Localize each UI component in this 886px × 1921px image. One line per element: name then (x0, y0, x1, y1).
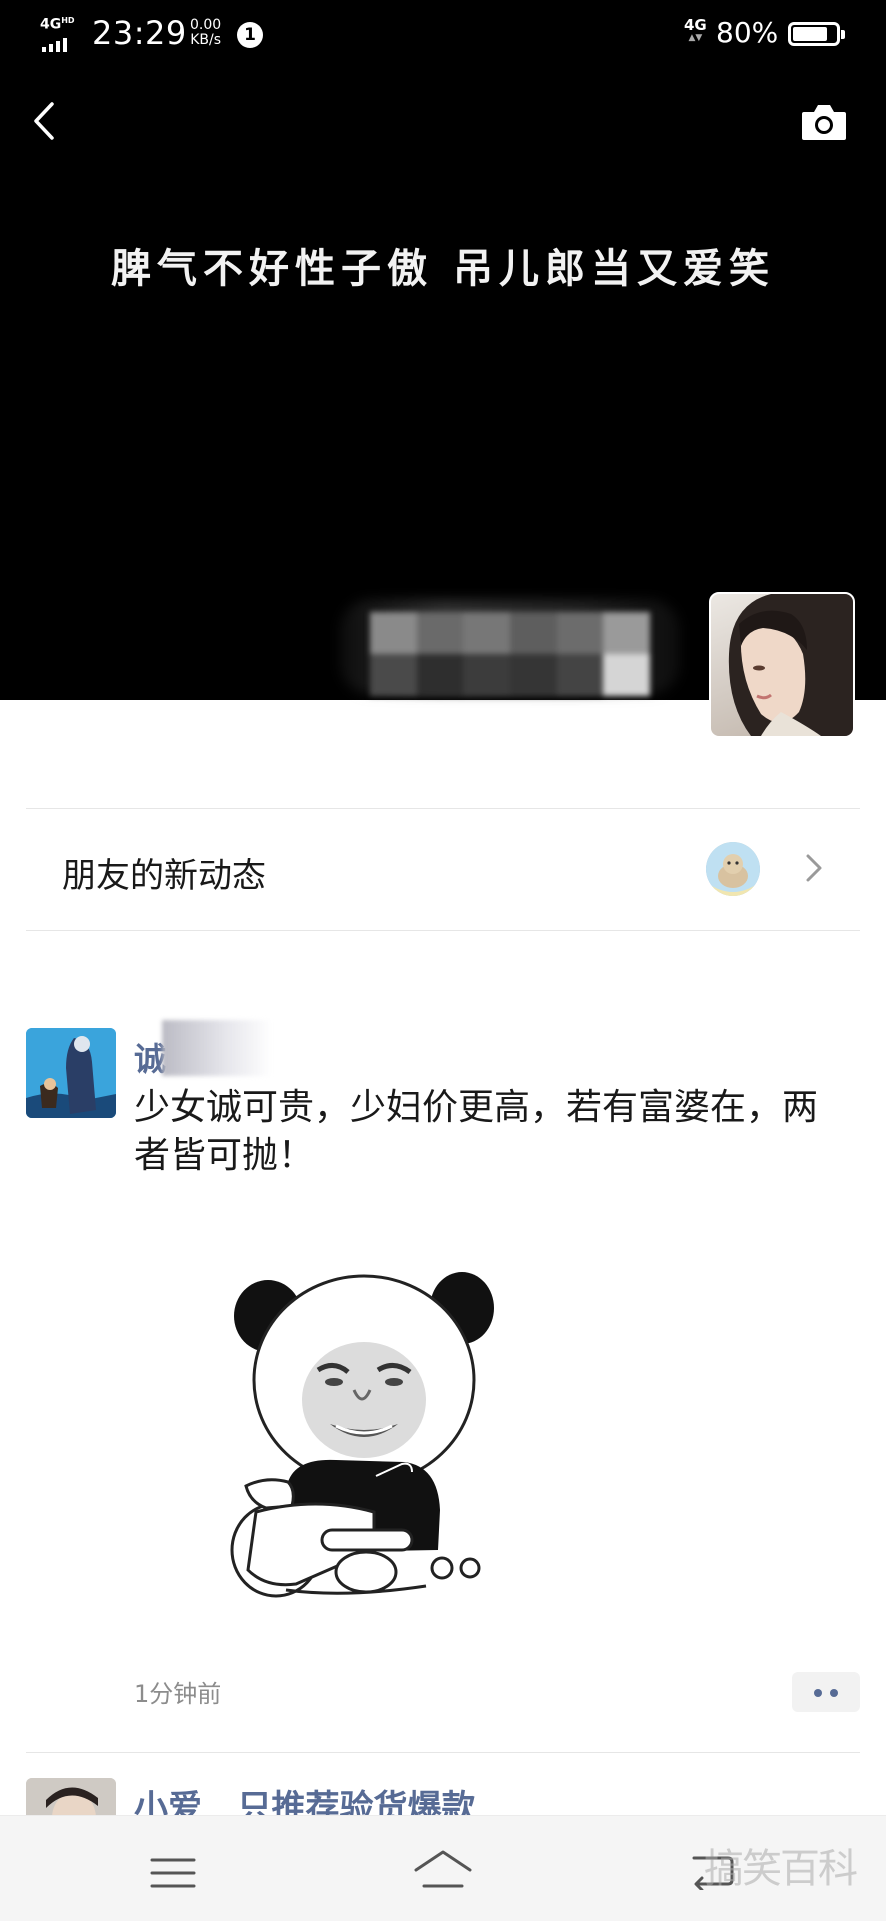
post-separator (26, 1752, 860, 1753)
camera-icon (802, 105, 846, 140)
home-icon[interactable] (412, 1846, 474, 1892)
battery-icon (788, 22, 845, 46)
post-timestamp: 1分钟前 (134, 1680, 222, 1708)
friends-activity-label: 朋友的新动态 (62, 856, 266, 896)
signal-bars-icon (42, 38, 67, 52)
notification-badge: 1 (237, 22, 263, 48)
post-image-panda-meme[interactable] (226, 1250, 516, 1630)
more-dots-icon (814, 1689, 822, 1697)
back-icon (34, 102, 54, 140)
menu-icon[interactable] (150, 1856, 196, 1890)
post-author-avatar[interactable] (26, 1028, 116, 1118)
camera-button[interactable] (800, 100, 848, 144)
mobile-signal-indicator: 4G ▲▼ (684, 16, 707, 43)
divider-bottom (26, 930, 860, 931)
friend-mini-avatar (706, 842, 760, 896)
status-bar: 4GHD 23:29 0.00 KB/s 1 4G ▲▼ 80% (0, 0, 886, 70)
friends-new-activity-row[interactable]: 朋友的新动态 (26, 808, 860, 930)
profile-avatar[interactable] (709, 592, 855, 738)
network-speed: 0.00 KB/s (190, 17, 222, 48)
status-time: 23:29 (92, 14, 187, 52)
post-more-button[interactable] (792, 1672, 860, 1712)
watermark-logo: 搞笑百科 (704, 1846, 858, 1892)
chevron-right-icon (806, 854, 822, 882)
network-indicator: 4GHD (38, 16, 88, 52)
battery-percent: 80% (716, 16, 779, 49)
author-name-blur-overlay (162, 1020, 272, 1076)
nickname-mosaic (370, 612, 650, 696)
system-navigation-bar: 搞笑百科 (0, 1815, 886, 1921)
avatar-photo (728, 594, 853, 736)
cover-signature: 脾气不好性子傲 吊儿郎当又爱笑 (111, 245, 775, 292)
post-text: 少女诚可贵，少妇价更高，若有富婆在，两者皆可抛！ (134, 1087, 819, 1176)
back-button[interactable] (26, 96, 66, 146)
